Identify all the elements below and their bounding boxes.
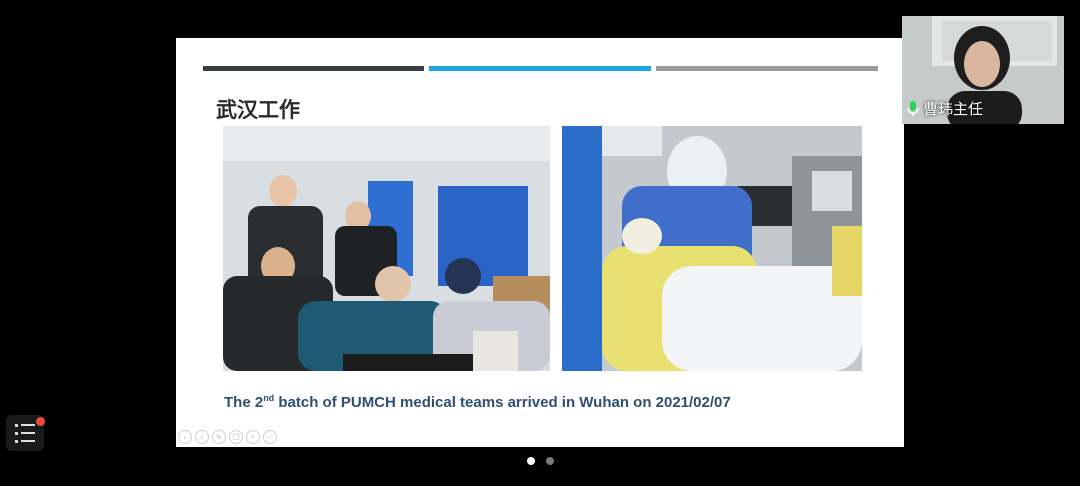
slide-caption: The 2nd batch of PUMCH medical teams arr… <box>224 393 731 411</box>
participant-name: 曹玮主任 <box>923 100 984 118</box>
page-dot-1[interactable] <box>527 457 535 465</box>
participant-label: 曹玮主任 <box>906 98 983 119</box>
zoom-icon[interactable]: ⌕ <box>246 430 260 444</box>
medical-team-meeting-photo <box>223 126 550 371</box>
presentation-slide: 武汉工作 The 2nd batch of PUMCH medical team… <box>176 38 904 447</box>
icu-patient-care-photo <box>562 126 862 371</box>
section-bar-3 <box>656 66 878 71</box>
section-bar-2 <box>429 66 651 71</box>
pen-icon[interactable]: ✎ <box>212 430 226 444</box>
menu-button[interactable] <box>6 415 45 451</box>
page-dot-2[interactable] <box>546 457 554 465</box>
copy-icon[interactable]: ❐ <box>229 430 243 444</box>
participant-video-tile[interactable]: 曹玮主任 <box>902 16 1064 124</box>
more-icon[interactable]: ⋯ <box>263 430 277 444</box>
arrow-right-icon[interactable]: › <box>195 430 209 444</box>
arrow-left-icon[interactable]: ‹ <box>178 430 192 444</box>
microphone-icon <box>907 100 919 116</box>
section-bar-1 <box>203 66 424 71</box>
page-indicator <box>527 457 554 465</box>
slide-title: 武汉工作 <box>216 98 300 122</box>
slide-toolbar: ‹ › ✎ ❐ ⌕ ⋯ <box>178 430 277 444</box>
notification-badge <box>36 417 45 426</box>
